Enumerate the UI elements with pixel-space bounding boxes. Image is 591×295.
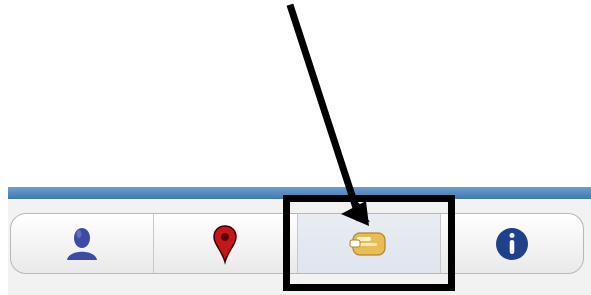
header-strip xyxy=(8,187,591,199)
screenshot-canvas xyxy=(0,0,591,295)
person-icon xyxy=(67,227,98,260)
location-tab[interactable] xyxy=(154,214,298,273)
info-icon xyxy=(495,227,528,260)
map-pin-icon xyxy=(213,224,238,265)
messages-tab[interactable] xyxy=(297,214,441,273)
message-bubble-icon xyxy=(349,231,386,256)
profile-tab[interactable] xyxy=(11,214,155,273)
segmented-control xyxy=(10,213,584,274)
info-tab[interactable] xyxy=(441,214,583,273)
